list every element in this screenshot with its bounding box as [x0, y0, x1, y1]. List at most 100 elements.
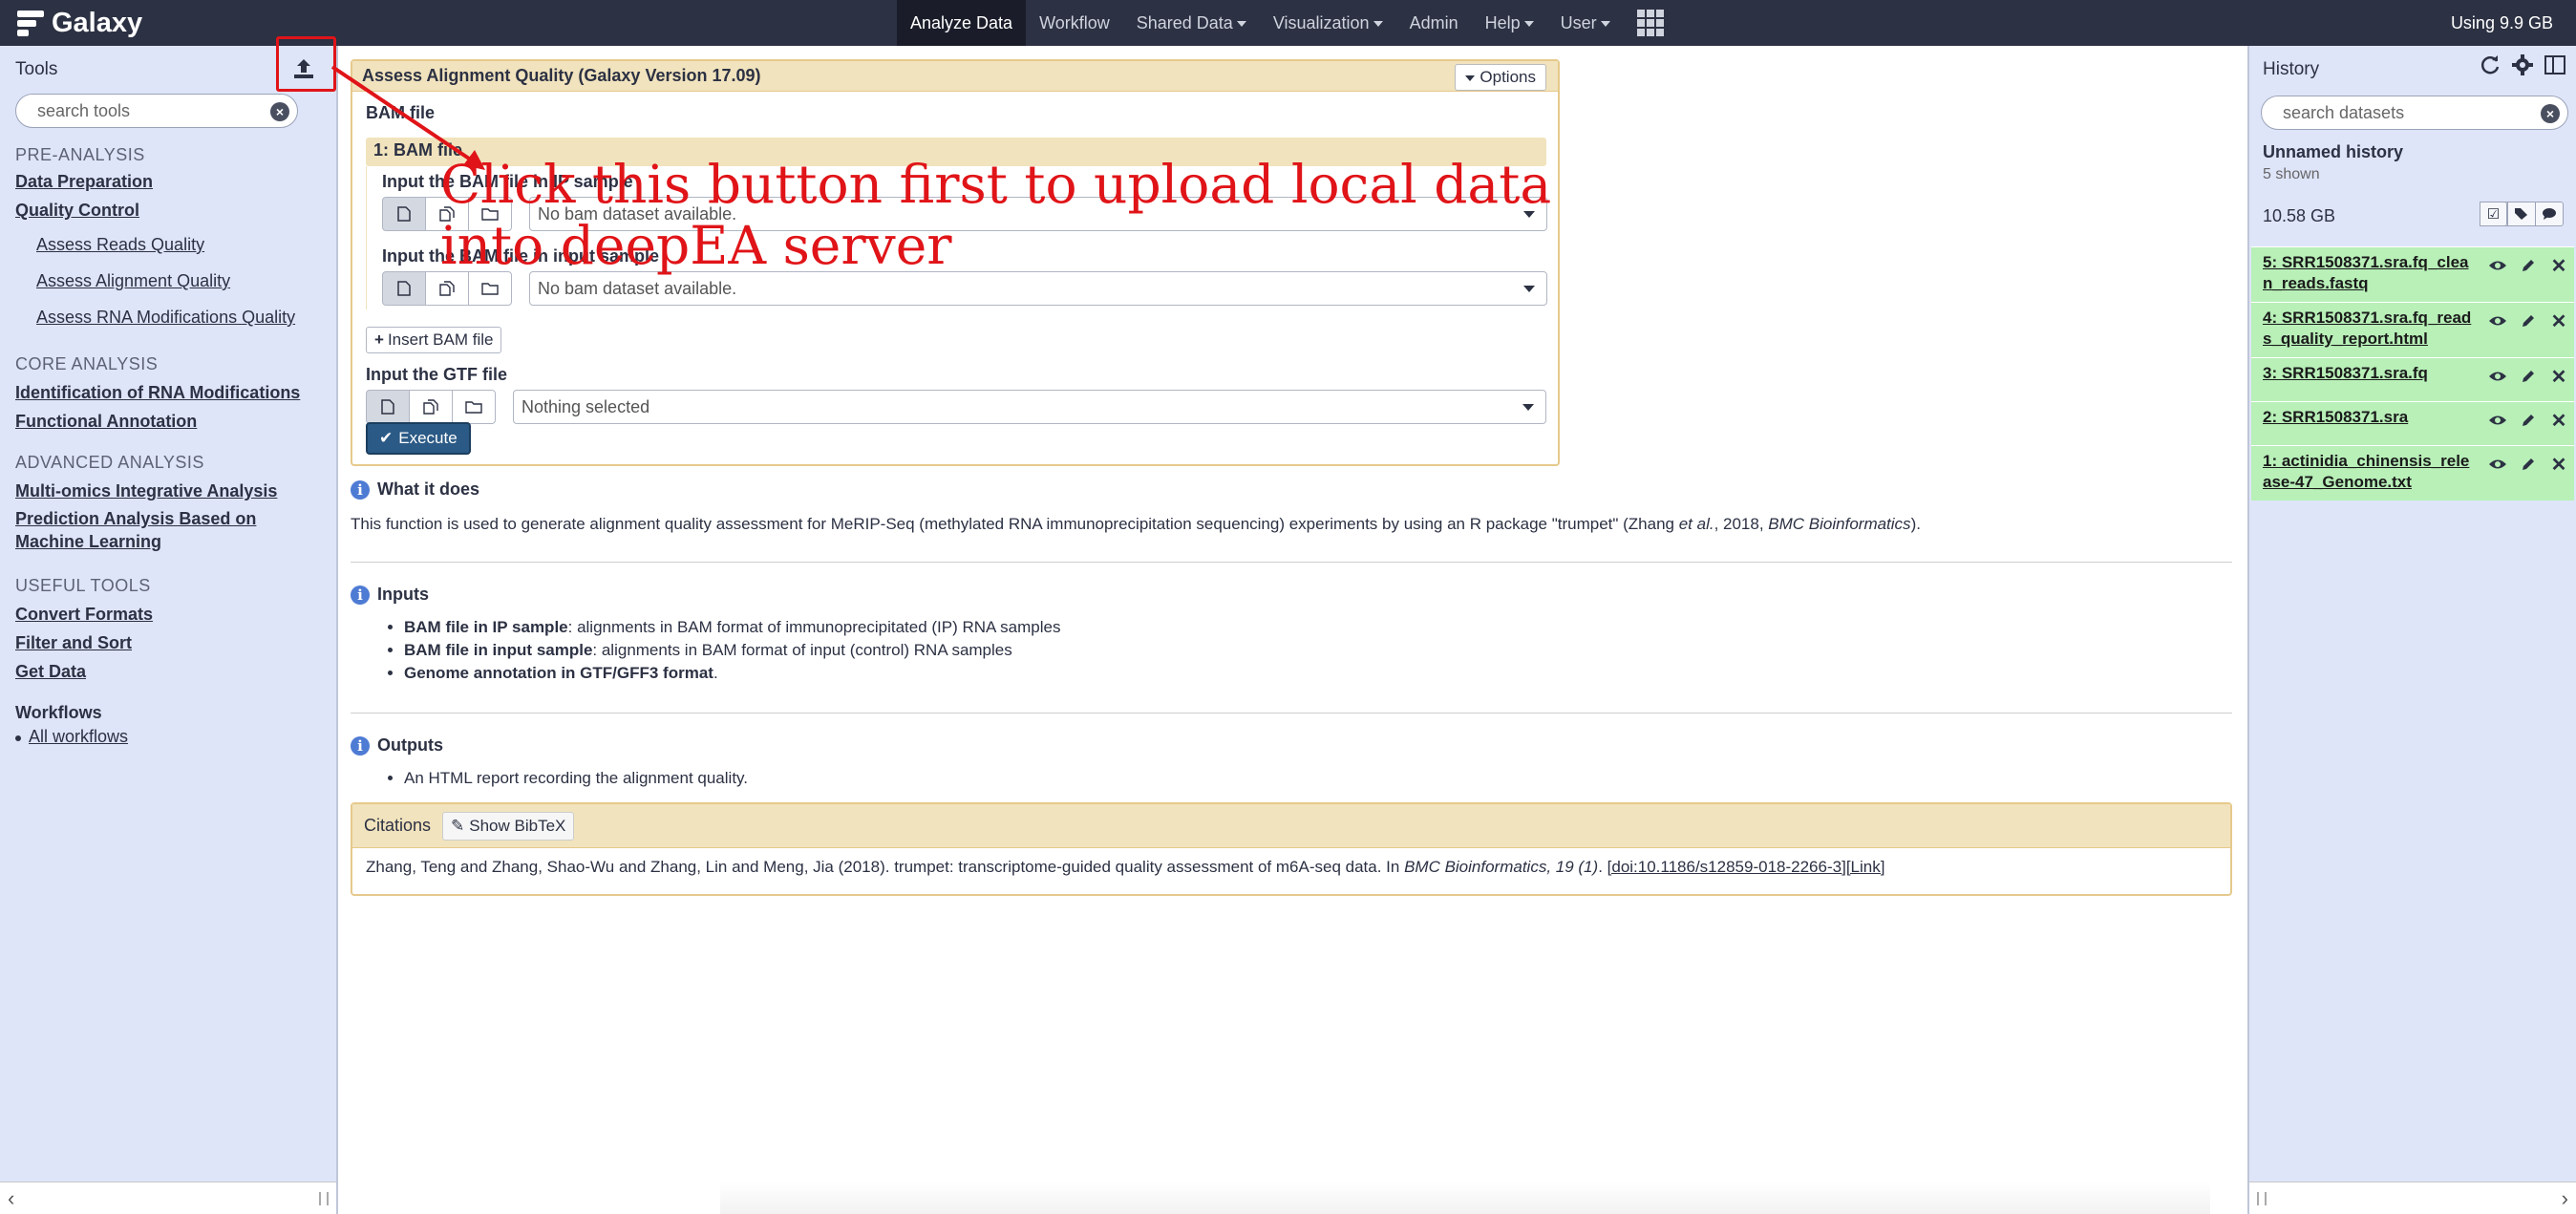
dataset-title[interactable]: 5: SRR1508371.sra.fq_clean_reads.fastq [2263, 252, 2473, 294]
clear-search-icon[interactable]: × [270, 102, 289, 121]
delete-dataset-button[interactable]: ✕ [2545, 452, 2572, 477]
view-dataset-button[interactable] [2484, 408, 2511, 433]
all-workflows-link[interactable]: All workflows [29, 727, 128, 746]
edit-icon: ✎ [451, 817, 465, 835]
multiple-datasets-button[interactable] [425, 271, 469, 306]
input-sample-select[interactable]: No bam dataset available. [529, 271, 1547, 306]
tool-identification-rna-modifications[interactable]: Identification of RNA Modifications [15, 380, 330, 405]
tool-search-input[interactable] [35, 95, 261, 127]
folder-icon [465, 401, 482, 414]
nav-shared-data[interactable]: Shared Data [1123, 0, 1260, 46]
single-dataset-button[interactable] [382, 271, 426, 306]
view-dataset-button[interactable] [2484, 364, 2511, 389]
center-footer-shadow [720, 1182, 2210, 1214]
dataset-title[interactable]: 4: SRR1508371.sra.fq_reads_quality_repor… [2263, 308, 2473, 350]
dataset-title[interactable]: 2: SRR1508371.sra [2263, 407, 2473, 428]
tool-search[interactable]: × [15, 94, 298, 128]
tool-convert-formats[interactable]: Convert Formats [15, 602, 330, 627]
delete-dataset-button[interactable]: ✕ [2545, 408, 2572, 433]
delete-dataset-button[interactable]: ✕ [2545, 253, 2572, 278]
edit-dataset-button[interactable] [2515, 452, 2542, 477]
list-item: BAM file in input sample: alignments in … [404, 639, 2232, 662]
show-bibtex-button[interactable]: ✎ Show BibTeX [442, 812, 575, 841]
apps-grid-button[interactable] [1624, 0, 1677, 46]
tool-list: PRE-ANALYSIS Data Preparation Quality Co… [15, 145, 330, 747]
insert-bam-file-button[interactable]: + Insert BAM file [366, 327, 502, 353]
citations-title: Citations [364, 816, 432, 835]
view-multiple-button[interactable] [2544, 53, 2566, 76]
tool-prediction-analysis[interactable]: Prediction Analysis Based on Machine Lear… [15, 507, 330, 553]
view-dataset-button[interactable] [2484, 452, 2511, 477]
delete-dataset-button[interactable]: ✕ [2545, 309, 2572, 333]
quota-usage[interactable]: Using 9.9 GB [2451, 0, 2553, 46]
nav-help[interactable]: Help [1472, 0, 1547, 46]
history-dataset[interactable]: 3: SRR1508371.sra.fq ✕ [2251, 357, 2574, 401]
tool-assess-rna-modifications-quality[interactable]: Assess RNA Modifications Quality [36, 305, 330, 330]
single-dataset-button[interactable] [382, 197, 426, 231]
history-options-button[interactable] [2511, 53, 2534, 76]
tool-get-data[interactable]: Get Data [15, 659, 330, 684]
history-name[interactable]: Unnamed history [2263, 142, 2403, 162]
annotation-button[interactable] [2535, 202, 2564, 226]
gtf-file-select[interactable]: Nothing selected [513, 390, 1546, 424]
edit-dataset-button[interactable] [2515, 364, 2542, 389]
tool-quality-control[interactable]: Quality Control [15, 198, 330, 223]
nav-user[interactable]: User [1547, 0, 1624, 46]
refresh-button[interactable] [2479, 53, 2501, 76]
execute-button[interactable]: ✔ Execute [366, 422, 471, 455]
nav-visualization[interactable]: Visualization [1260, 0, 1396, 46]
history-dataset[interactable]: 2: SRR1508371.sra ✕ [2251, 401, 2574, 445]
columns-icon [2544, 55, 2565, 75]
clear-search-icon[interactable]: × [2541, 104, 2560, 123]
caret-down-icon [1373, 21, 1383, 28]
doi-link[interactable]: [doi:10.1186/s12859-018-2266-3] [1607, 858, 1846, 876]
multiple-datasets-button[interactable] [409, 390, 453, 424]
history-dataset[interactable]: 1: actinidia_chinensis_release-47_Genome… [2251, 445, 2574, 501]
what-it-does-section: i What it does This function is used to g… [351, 479, 2232, 534]
dataset-title[interactable]: 3: SRR1508371.sra.fq [2263, 363, 2473, 384]
history-search-input[interactable] [2281, 96, 2525, 129]
history-search[interactable]: × [2261, 96, 2568, 130]
edit-dataset-button[interactable] [2515, 309, 2542, 333]
view-dataset-button[interactable] [2484, 309, 2511, 333]
eye-icon [2489, 459, 2506, 469]
tool-multi-omics-integrative-analysis[interactable]: Multi-omics Integrative Analysis [15, 479, 330, 503]
caret-down-icon [1522, 404, 1534, 411]
tool-assess-alignment-quality[interactable]: Assess Alignment Quality [36, 268, 330, 293]
tags-button[interactable] [2507, 202, 2536, 226]
tags-icon [2515, 208, 2527, 220]
edit-dataset-button[interactable] [2515, 408, 2542, 433]
eye-icon [2489, 316, 2506, 326]
section-useful-tools: USEFUL TOOLS [15, 576, 151, 595]
eye-icon [2489, 372, 2506, 381]
divider [351, 562, 2232, 563]
eye-icon [2489, 415, 2506, 425]
collection-button[interactable] [452, 390, 496, 424]
delete-dataset-button[interactable]: ✕ [2545, 364, 2572, 389]
options-button[interactable]: Options [1455, 64, 1546, 91]
section-pre-analysis: PRE-ANALYSIS [15, 145, 145, 164]
collapse-right-icon[interactable]: › [2562, 1186, 2568, 1211]
edit-dataset-button[interactable] [2515, 253, 2542, 278]
tool-filter-and-sort[interactable]: Filter and Sort [15, 630, 330, 655]
view-dataset-button[interactable] [2484, 253, 2511, 278]
tool-assess-reads-quality[interactable]: Assess Reads Quality [36, 232, 330, 257]
history-dataset[interactable]: 5: SRR1508371.sra.fq_clean_reads.fastq ✕ [2251, 246, 2574, 302]
dataset-title[interactable]: 1: actinidia_chinensis_release-47_Genome… [2263, 451, 2473, 493]
nav-admin[interactable]: Admin [1396, 0, 1472, 46]
tool-data-preparation[interactable]: Data Preparation [15, 169, 330, 194]
file-icon [397, 281, 411, 296]
collection-button[interactable] [468, 271, 512, 306]
collapse-left-icon[interactable]: ‹ [8, 1186, 14, 1211]
external-link[interactable]: [Link] [1846, 858, 1885, 876]
left-panel-footer: ‹ [0, 1182, 336, 1214]
select-items-button[interactable]: ☑ [2480, 202, 2508, 226]
drag-handle-icon[interactable] [2257, 1192, 2267, 1205]
nav-workflow[interactable]: Workflow [1026, 0, 1123, 46]
galaxy-brand[interactable]: Galaxy [17, 6, 142, 40]
history-dataset[interactable]: 4: SRR1508371.sra.fq_reads_quality_repor… [2251, 302, 2574, 357]
drag-handle-icon[interactable] [319, 1192, 329, 1205]
tool-functional-annotation[interactable]: Functional Annotation [15, 409, 330, 434]
nav-analyze-data[interactable]: Analyze Data [897, 0, 1027, 46]
single-dataset-button[interactable] [366, 390, 410, 424]
